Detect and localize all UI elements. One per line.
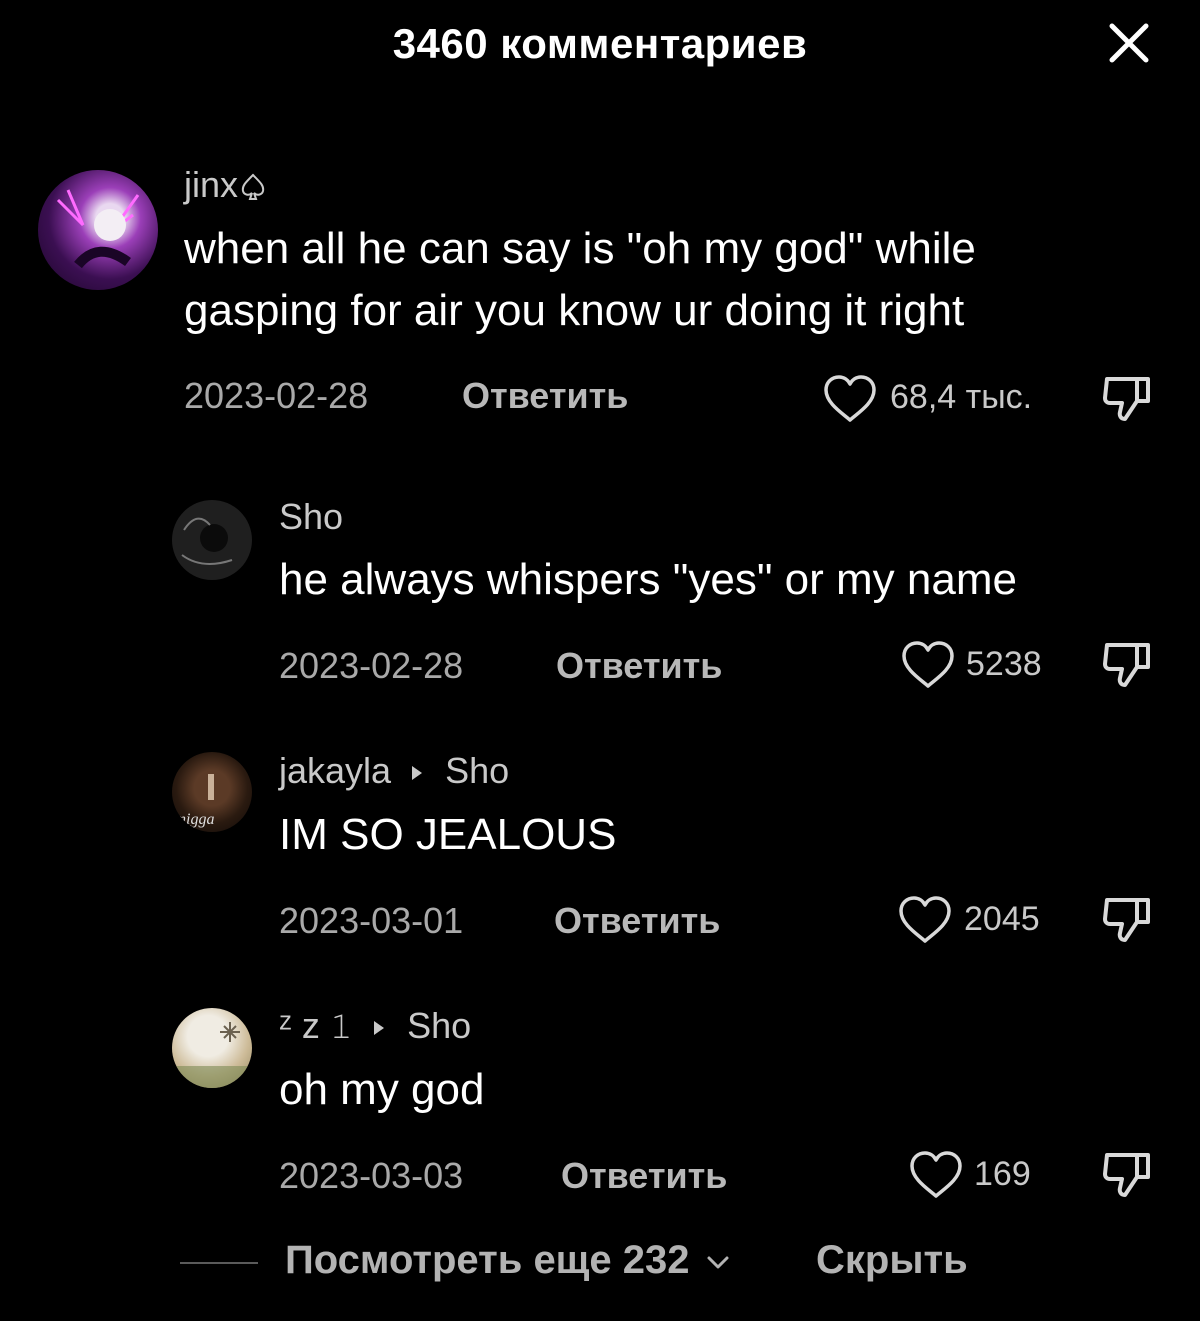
heart-icon[interactable]: [897, 895, 953, 945]
avatar-caption: nigga: [178, 811, 214, 828]
reply-username[interactable]: Sho: [279, 496, 343, 538]
view-more-button[interactable]: Посмотреть еще 232: [285, 1238, 731, 1283]
spade-icon: [240, 172, 266, 202]
reply-date: 2023-03-03: [279, 1155, 464, 1196]
triangle-right-icon: [371, 1018, 387, 1038]
reply-date: 2023-03-01: [279, 900, 464, 941]
avatar[interactable]: [172, 1008, 252, 1088]
like-count: 68,4 тыс.: [890, 378, 1033, 416]
avatar[interactable]: [172, 500, 252, 580]
like-count: 5238: [966, 645, 1042, 683]
comment-username[interactable]: jinx: [184, 164, 238, 205]
avatar[interactable]: nigga: [172, 752, 252, 832]
chevron-down-icon: [705, 1252, 731, 1272]
reply-to-username[interactable]: Sho: [445, 750, 509, 791]
dislike-icon[interactable]: [1100, 895, 1154, 945]
reply-username[interactable]: jakayla: [279, 750, 391, 791]
close-icon[interactable]: [1104, 18, 1154, 68]
reply-username[interactable]: ᶻ z 𝟷: [279, 1005, 353, 1046]
hide-button[interactable]: Скрыть: [816, 1238, 968, 1283]
like-count: 2045: [964, 900, 1040, 938]
reply-button[interactable]: Ответить: [462, 375, 628, 417]
page-title: 3460 комментариев: [392, 20, 808, 67]
like-count: 169: [974, 1155, 1031, 1193]
reply-date: 2023-02-28: [279, 645, 464, 686]
reply-button[interactable]: Ответить: [561, 1155, 727, 1197]
avatar[interactable]: [38, 170, 158, 290]
comment-date: 2023-02-28: [184, 375, 369, 416]
reply-text: he always whispers "yes" or my name: [279, 555, 1017, 604]
comment-text: when all he can say is "oh my god" while…: [184, 224, 976, 335]
dislike-icon[interactable]: [1100, 374, 1154, 424]
dislike-icon[interactable]: [1100, 640, 1154, 690]
triangle-right-icon: [409, 763, 425, 783]
reply-button[interactable]: Ответить: [554, 900, 720, 942]
heart-icon[interactable]: [908, 1150, 964, 1200]
heart-icon[interactable]: [900, 640, 956, 690]
reply-to-username[interactable]: Sho: [407, 1005, 471, 1046]
reply-text: IM SO JEALOUS: [279, 810, 617, 859]
heart-icon[interactable]: [822, 374, 878, 424]
reply-button[interactable]: Ответить: [556, 645, 722, 687]
view-more-label: Посмотреть еще 232: [285, 1238, 690, 1282]
reply-username-row[interactable]: ᶻ z 𝟷 Sho: [279, 1005, 471, 1048]
divider: [180, 1262, 258, 1264]
reply-text: oh my god: [279, 1065, 485, 1114]
comment-username-row[interactable]: jinx: [184, 164, 266, 206]
dislike-icon[interactable]: [1100, 1150, 1154, 1200]
reply-username-row[interactable]: jakayla Sho: [279, 750, 509, 792]
